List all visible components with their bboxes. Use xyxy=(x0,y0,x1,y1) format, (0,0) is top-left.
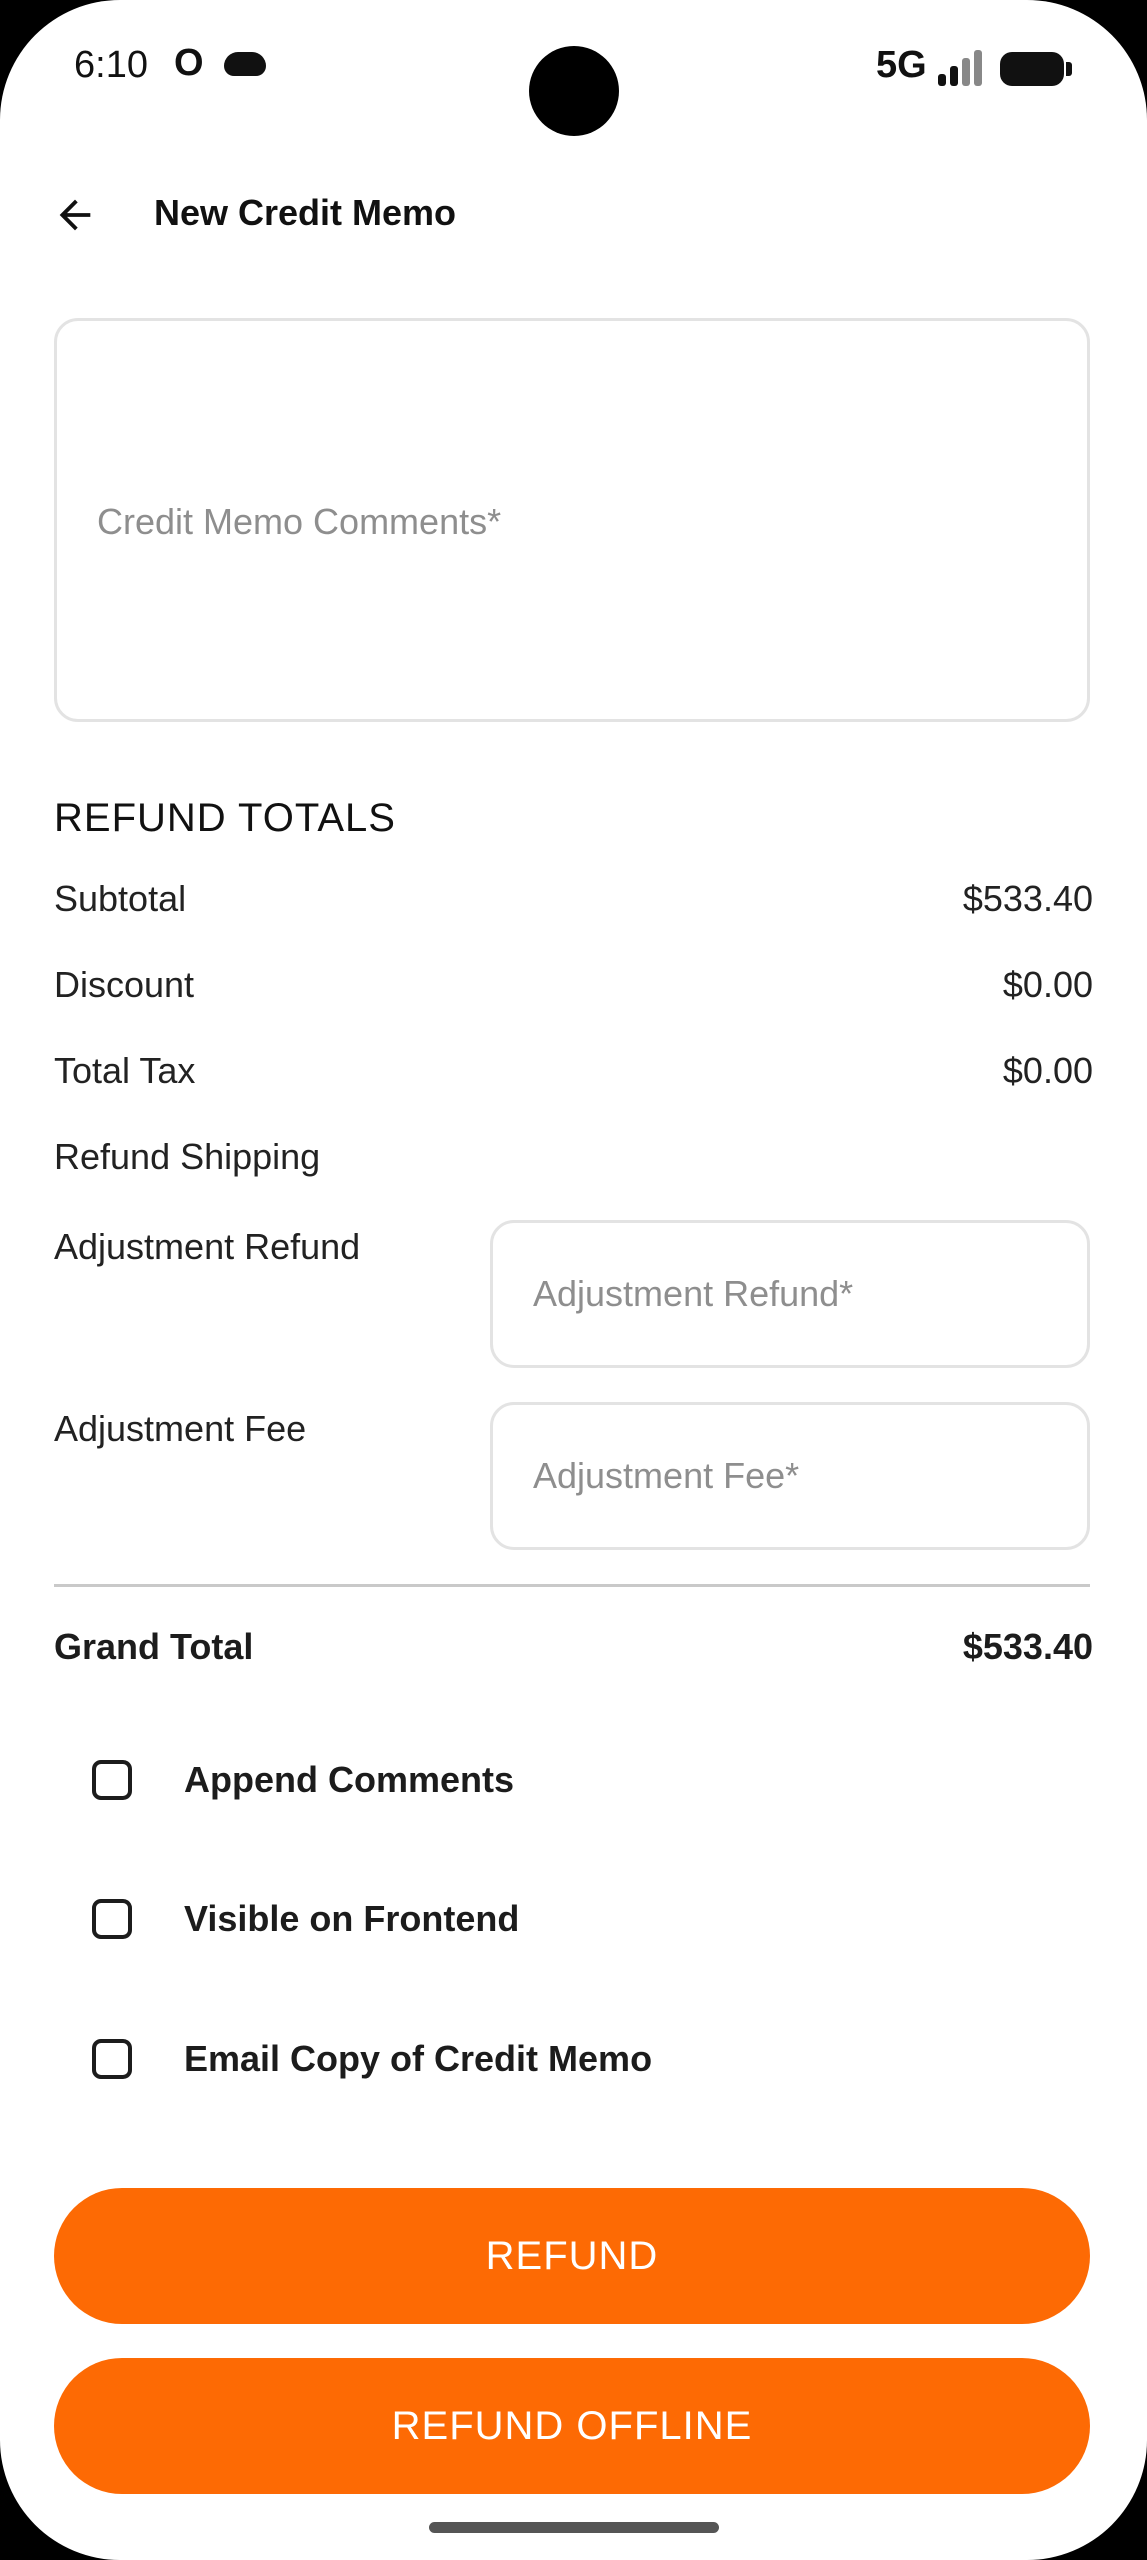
total-tax-label: Total Tax xyxy=(54,1050,196,1091)
refund-offline-button[interactable]: REFUND OFFLINE xyxy=(54,2358,1090,2494)
subtotal-label: Subtotal xyxy=(54,878,187,919)
refund-button[interactable]: REFUND xyxy=(54,2188,1090,2324)
status-bar: 6:10 O 5G xyxy=(0,0,1147,140)
email-copy-checkbox[interactable] xyxy=(92,2039,132,2079)
grand-total-value: $533.40 xyxy=(962,1626,1093,1667)
refund-shipping-label: Refund Shipping xyxy=(54,1136,321,1177)
totals-divider xyxy=(54,1584,1090,1587)
email-copy-option[interactable]: Email Copy of Credit Memo xyxy=(92,2029,652,2089)
append-comments-option[interactable]: Append Comments xyxy=(92,1750,514,1810)
credit-memo-comments-box xyxy=(54,318,1090,722)
grand-total-label: Grand Total xyxy=(54,1626,254,1667)
battery-icon xyxy=(1000,52,1072,86)
page-title: New Credit Memo xyxy=(154,192,457,233)
subtotal-value: $533.40 xyxy=(962,878,1093,919)
visible-on-frontend-checkbox[interactable] xyxy=(92,1899,132,1939)
append-comments-checkbox[interactable] xyxy=(92,1760,132,1800)
back-button[interactable] xyxy=(40,180,110,250)
discount-value: $0.00 xyxy=(1002,964,1093,1005)
adjustment-refund-input[interactable] xyxy=(493,1223,1087,1365)
signal-icon xyxy=(938,50,984,86)
discount-label: Discount xyxy=(54,964,195,1005)
email-copy-label: Email Copy of Credit Memo xyxy=(184,2038,653,2079)
adjustment-fee-input[interactable] xyxy=(493,1405,1087,1547)
adjustment-fee-label: Adjustment Fee xyxy=(54,1408,307,1449)
append-comments-label: Append Comments xyxy=(184,1759,515,1800)
adjustment-refund-field xyxy=(490,1220,1090,1368)
total-tax-value: $0.00 xyxy=(1002,1050,1093,1091)
home-indicator[interactable] xyxy=(429,2522,719,2533)
cloud-icon xyxy=(224,52,266,76)
credit-memo-comments-input[interactable] xyxy=(57,321,1087,719)
status-o-indicator: O xyxy=(174,42,204,84)
screen: 6:10 O 5G New Credit Memo REFUND TOTALS … xyxy=(0,0,1147,2560)
app-bar: New Credit Memo xyxy=(0,170,1147,260)
visible-on-frontend-option[interactable]: Visible on Frontend xyxy=(92,1889,519,1949)
adjustment-refund-label: Adjustment Refund xyxy=(54,1226,361,1267)
refund-totals-title: REFUND TOTALS xyxy=(54,796,396,840)
arrow-left-icon xyxy=(59,199,91,231)
visible-on-frontend-label: Visible on Frontend xyxy=(184,1898,520,1939)
network-type: 5G xyxy=(876,44,927,86)
status-time: 6:10 xyxy=(74,44,148,86)
adjustment-fee-field xyxy=(490,1402,1090,1550)
camera-cutout xyxy=(529,46,619,136)
